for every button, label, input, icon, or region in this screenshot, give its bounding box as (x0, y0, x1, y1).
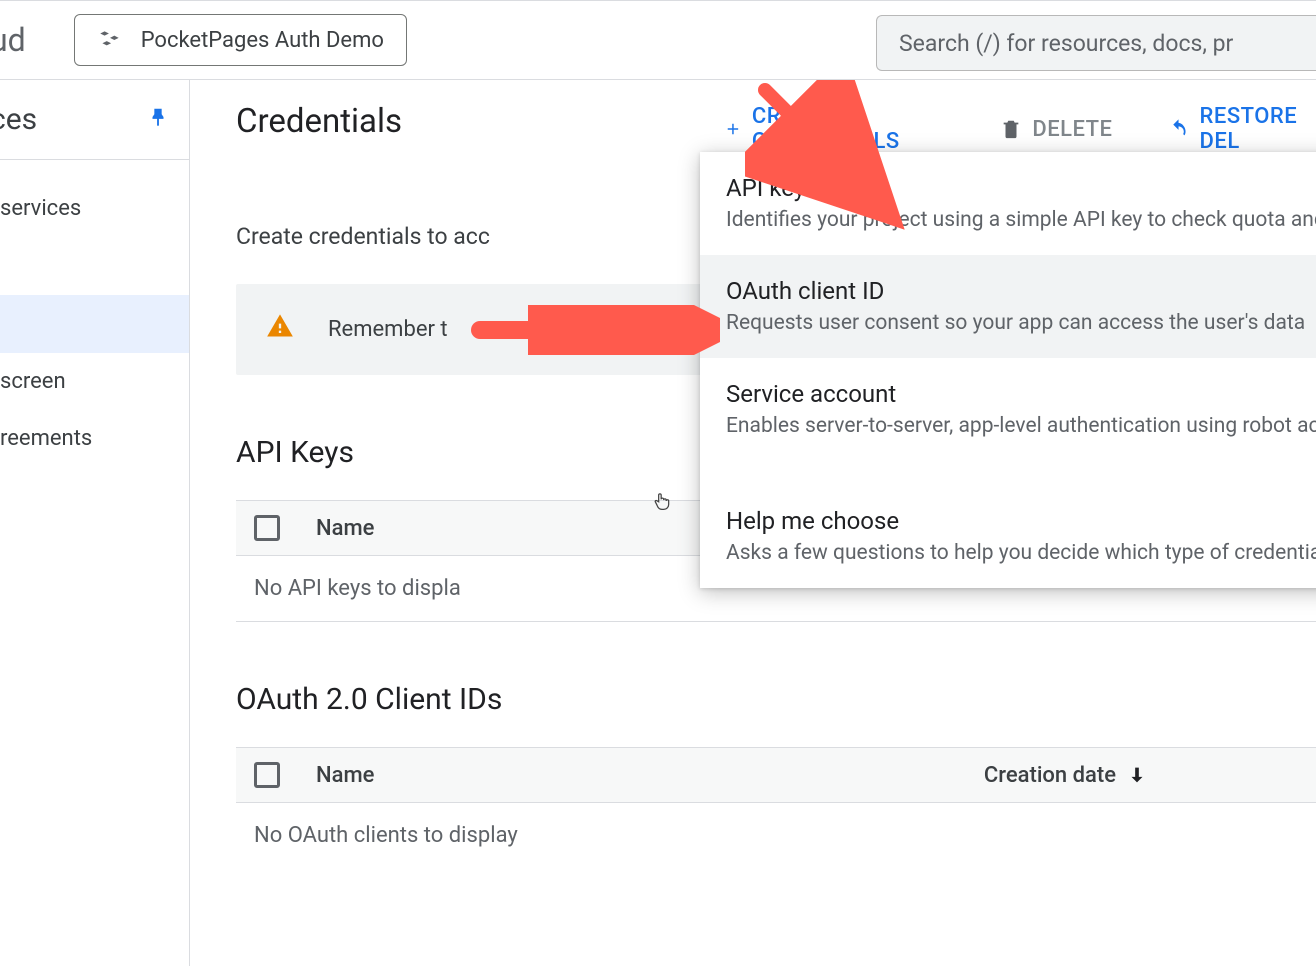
undo-icon (1168, 118, 1189, 140)
search-input[interactable]: Search (/) for resources, docs, pr (876, 15, 1316, 71)
menu-item-help-me-choose[interactable]: Help me choose Asks a few questions to h… (700, 485, 1316, 588)
sidebar-title: ces (0, 102, 37, 137)
menu-item-title: API key (726, 174, 1316, 202)
plus-icon (724, 118, 742, 140)
column-name[interactable]: Name (316, 516, 374, 541)
restore-deleted-button[interactable]: RESTORE DEL (1168, 104, 1316, 154)
project-selector[interactable]: PocketPages Auth Demo (74, 14, 407, 66)
project-name: PocketPages Auth Demo (141, 28, 384, 53)
menu-item-title: Help me choose (726, 507, 1316, 535)
menu-item-api-key[interactable]: API key Identifies your project using a … (700, 152, 1316, 255)
create-credentials-button[interactable]: CREATE CREDENTIALS (724, 104, 944, 154)
menu-item-title: Service account (726, 380, 1316, 408)
oauth-header: Name Creation date (236, 747, 1316, 803)
oauth-clients-title: OAuth 2.0 Client IDs (236, 682, 1316, 717)
cloud-logo-text: ud (0, 21, 44, 59)
oauth-table: Name Creation date No OAuth clients to d… (236, 747, 1316, 868)
page-title: Credentials (236, 102, 402, 141)
menu-item-desc: Requests user consent so your app can ac… (726, 311, 1316, 335)
column-creation-date[interactable]: Creation date (984, 763, 1148, 788)
search-placeholder: Search (/) for resources, docs, pr (899, 30, 1233, 57)
pin-icon[interactable] (147, 104, 169, 136)
create-credentials-menu: API key Identifies your project using a … (700, 152, 1316, 588)
menu-item-oauth-client-id[interactable]: OAuth client ID Requests user consent so… (700, 255, 1316, 358)
sidebar: ces services screen reements (0, 80, 190, 966)
sidebar-item-services[interactable]: services (0, 180, 189, 237)
column-name[interactable]: Name (316, 763, 374, 788)
trash-icon (1000, 118, 1022, 140)
sidebar-item-consent-screen[interactable]: screen (0, 353, 189, 410)
project-icon (97, 27, 123, 53)
select-all-checkbox[interactable] (254, 515, 280, 541)
top-bar: ud PocketPages Auth Demo Search (/) for … (0, 0, 1316, 80)
oauth-empty: No OAuth clients to display (236, 803, 1316, 868)
create-credentials-label: CREATE CREDENTIALS (752, 104, 944, 154)
banner-text: Remember t (328, 317, 448, 342)
sort-down-icon (1126, 764, 1148, 786)
restore-label: RESTORE DEL (1200, 104, 1316, 154)
delete-button[interactable]: DELETE (1000, 117, 1112, 142)
menu-item-title: OAuth client ID (726, 277, 1316, 305)
delete-label: DELETE (1032, 117, 1112, 142)
menu-item-desc: Asks a few questions to help you decide … (726, 541, 1316, 565)
menu-item-desc: Enables server-to-server, app-level auth… (726, 414, 1316, 438)
cursor-pointer-icon (652, 490, 672, 517)
sidebar-item-credentials[interactable] (0, 295, 189, 353)
sidebar-item-library[interactable] (0, 237, 189, 295)
content: Credentials CREATE CREDENTIALS DELETE RE… (190, 80, 1316, 966)
menu-item-service-account[interactable]: Service account Enables server-to-server… (700, 358, 1316, 461)
warning-icon (266, 312, 294, 347)
sidebar-item-agreements[interactable]: reements (0, 410, 189, 467)
select-all-checkbox[interactable] (254, 762, 280, 788)
column-creation-label: Creation date (984, 763, 1116, 788)
menu-item-desc: Identifies your project using a simple A… (726, 208, 1316, 232)
toolbar: CREATE CREDENTIALS DELETE RESTORE DEL (724, 104, 1316, 154)
